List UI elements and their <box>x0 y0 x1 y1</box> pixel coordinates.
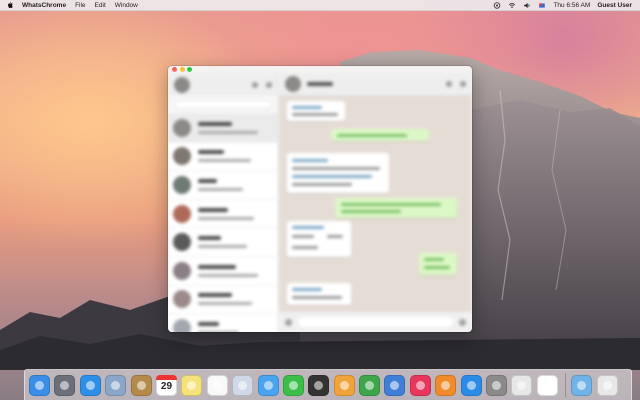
status-area: Thu 6:56 AM Guest User <box>486 2 640 9</box>
rocket-icon[interactable] <box>54 374 76 396</box>
menu-bar: WhatsChrome File Edit Window Thu 6:56 AM… <box>0 0 640 11</box>
message-bubble-outgoing <box>335 198 457 218</box>
chrome-extension-icon[interactable] <box>493 1 501 9</box>
message-input[interactable] <box>298 317 453 327</box>
search-input[interactable] <box>174 100 272 109</box>
reminders-icon-glyph <box>212 380 222 390</box>
apple-icon[interactable] <box>6 1 14 9</box>
whatschrome-window <box>168 66 472 332</box>
finder-icon-glyph <box>35 380 44 390</box>
pages-icon[interactable] <box>333 374 355 396</box>
music-note-icon[interactable] <box>409 374 431 396</box>
dock-separator <box>565 373 567 397</box>
chat-list-item[interactable] <box>168 314 278 332</box>
trash-icon[interactable] <box>596 374 618 396</box>
stamp-icon-glyph <box>111 380 121 390</box>
contact-avatar[interactable] <box>285 76 301 92</box>
bar-chart-icon-glyph <box>365 380 375 390</box>
book-icon[interactable] <box>435 374 457 396</box>
photos-preview-icon[interactable] <box>232 374 254 396</box>
gear-icon-glyph <box>492 380 502 390</box>
menu-edit[interactable]: Edit <box>95 2 106 9</box>
maximize-window-button[interactable] <box>187 67 192 72</box>
chat-list-item[interactable] <box>168 171 278 200</box>
chat-list-item[interactable] <box>168 256 278 286</box>
photos-preview-icon-glyph <box>238 380 248 390</box>
message-bubble-outgoing <box>419 253 457 275</box>
chat-list-item[interactable] <box>168 228 278 257</box>
sidebar-header <box>168 73 278 96</box>
message-bubble-incoming <box>287 101 345 121</box>
photo-booth-icon-glyph <box>314 380 324 390</box>
volume-icon[interactable] <box>523 2 531 9</box>
menu-user[interactable]: Guest User <box>597 2 632 9</box>
chat-list-item[interactable] <box>168 142 278 172</box>
menu-app-name[interactable]: WhatsChrome <box>22 2 66 9</box>
message-composer <box>279 312 472 332</box>
trash-icon-glyph <box>602 380 612 390</box>
contacts-icon[interactable] <box>130 374 152 396</box>
message-bubble-incoming <box>287 221 351 257</box>
calendar-icon[interactable]: 29 <box>155 374 177 396</box>
close-window-button[interactable] <box>172 67 177 72</box>
downloads-folder-icon-glyph <box>577 380 587 390</box>
contacts-icon-glyph <box>136 380 146 390</box>
message-bubble-incoming <box>287 153 389 193</box>
speech-bubble-icon[interactable] <box>257 374 279 396</box>
music-note-icon-glyph <box>415 380 425 390</box>
menu-clock[interactable]: Thu 6:56 AM <box>553 2 590 9</box>
message-bubble-incoming <box>287 283 351 305</box>
status-icon[interactable] <box>252 81 258 88</box>
conversation-pane <box>279 73 472 332</box>
keynote-icon[interactable] <box>384 374 406 396</box>
chrome-icon[interactable] <box>511 374 533 396</box>
menu-file[interactable]: File <box>75 2 85 9</box>
whatsapp-icon[interactable] <box>536 374 558 396</box>
message-bubble-outgoing <box>331 129 429 141</box>
book-icon-glyph <box>441 380 451 390</box>
bar-chart-icon[interactable] <box>359 374 381 396</box>
notes-icon[interactable] <box>181 374 203 396</box>
chat-list-item[interactable] <box>168 114 278 143</box>
photo-booth-icon[interactable] <box>308 374 330 396</box>
window-titlebar[interactable] <box>168 66 472 73</box>
menu-window[interactable]: Window <box>115 2 138 9</box>
contact-name[interactable] <box>307 82 333 86</box>
app-store-icon[interactable] <box>460 374 482 396</box>
downloads-folder-icon[interactable] <box>571 374 593 396</box>
finder-icon[interactable] <box>29 374 50 396</box>
stamp-icon[interactable] <box>105 374 127 396</box>
search-bar <box>168 96 278 114</box>
dock: 29 <box>24 369 632 400</box>
wifi-icon[interactable] <box>508 2 516 9</box>
attach-icon[interactable] <box>446 81 452 87</box>
emoji-icon[interactable] <box>285 318 292 326</box>
flag-icon[interactable] <box>538 2 546 9</box>
notes-icon-glyph <box>187 380 197 390</box>
app-store-icon-glyph <box>466 380 476 390</box>
keynote-icon-glyph <box>390 380 400 390</box>
chat-list-item[interactable] <box>168 285 278 315</box>
chat-list-item[interactable] <box>168 199 278 229</box>
whatsapp-icon-glyph <box>542 380 552 390</box>
video-camera-icon-glyph <box>288 380 298 390</box>
new-chat-icon[interactable] <box>266 81 272 88</box>
speech-bubble-icon-glyph <box>263 380 273 390</box>
compass-icon[interactable] <box>79 374 101 396</box>
chat-list-sidebar <box>168 73 279 332</box>
gear-icon[interactable] <box>486 374 508 396</box>
chrome-icon-glyph <box>517 380 527 390</box>
rocket-icon-glyph <box>60 380 70 390</box>
own-avatar[interactable] <box>174 76 190 93</box>
calendar-day: 29 <box>160 380 173 392</box>
minimize-window-button[interactable] <box>179 67 185 72</box>
menu-dots-icon[interactable] <box>460 81 466 87</box>
mic-icon[interactable] <box>459 318 466 326</box>
reminders-icon[interactable] <box>206 374 228 396</box>
video-camera-icon[interactable] <box>282 374 304 396</box>
compass-icon-glyph <box>85 380 95 390</box>
conversation-header <box>279 73 472 96</box>
pages-icon-glyph <box>339 380 349 390</box>
